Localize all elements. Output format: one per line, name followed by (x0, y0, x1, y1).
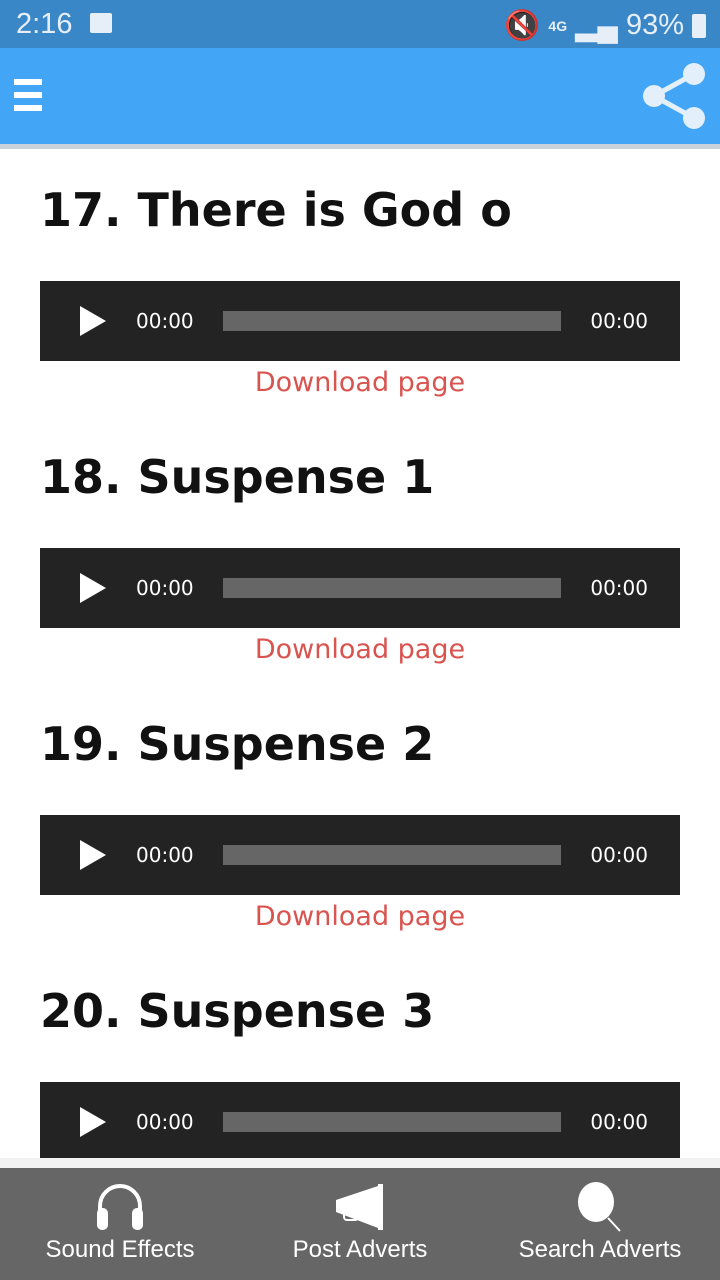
list-item: 17. There is God o 00:00 00:00 Download … (40, 178, 680, 445)
duration: 00:00 (590, 576, 648, 600)
mute-icon: 🔇 (504, 9, 541, 42)
play-icon[interactable] (80, 573, 106, 603)
audio-player: 00:00 00:00 (40, 548, 680, 628)
item-title: 18. Suspense 1 (40, 450, 435, 504)
battery-icon (692, 13, 706, 38)
duration: 00:00 (590, 843, 648, 867)
seek-bar[interactable] (223, 578, 561, 598)
nav-label: Post Adverts (292, 1236, 428, 1263)
list-item: 20. Suspense 3 00:00 00:00 Download page (40, 979, 680, 1158)
current-time: 00:00 (136, 843, 194, 867)
image-notification-icon (90, 13, 112, 33)
download-page-link[interactable]: Download page (40, 361, 680, 405)
list-item: 19. Suspense 2 00:00 00:00 Download page (40, 712, 680, 979)
app-bar (0, 48, 720, 149)
list-item: 18. Suspense 1 00:00 00:00 Download page (40, 445, 680, 712)
seek-bar[interactable] (223, 311, 561, 331)
duration: 00:00 (590, 1110, 648, 1134)
nav-search-adverts[interactable]: Search Adverts (480, 1182, 720, 1264)
current-time: 00:00 (136, 1110, 194, 1134)
headphones-icon (97, 1184, 143, 1230)
nav-label: Sound Effects (45, 1236, 195, 1263)
item-title: 20. Suspense 3 (40, 984, 435, 1038)
content-list[interactable]: 17. There is God o 00:00 00:00 Download … (0, 149, 720, 1158)
search-icon (578, 1182, 621, 1232)
download-page-link[interactable]: Download page (40, 628, 680, 672)
play-icon[interactable] (80, 1107, 106, 1137)
audio-player: 00:00 00:00 (40, 815, 680, 895)
play-icon[interactable] (80, 840, 106, 870)
hamburger-icon[interactable] (14, 79, 42, 113)
seek-bar[interactable] (223, 1112, 561, 1132)
item-title: 19. Suspense 2 (40, 717, 435, 771)
download-page-link[interactable]: Download page (40, 895, 680, 939)
nav-post-adverts[interactable]: Post Adverts (240, 1182, 480, 1264)
signal-icon: ▂▄ (575, 10, 618, 42)
bottom-nav: Sound Effects Post Adverts Search Advert… (0, 1158, 720, 1280)
status-time: 2:16 (16, 8, 73, 40)
item-title: 17. There is God o (40, 183, 512, 237)
status-bar: 2:16 🔇 4G ▂▄ 93% (0, 0, 720, 48)
battery-level: 93% (625, 9, 684, 41)
audio-player: 00:00 00:00 (40, 1082, 680, 1158)
duration: 00:00 (590, 309, 648, 333)
share-icon[interactable] (640, 62, 708, 130)
current-time: 00:00 (136, 576, 194, 600)
play-icon[interactable] (80, 306, 106, 336)
current-time: 00:00 (136, 309, 194, 333)
network-type: 4G (548, 17, 568, 34)
megaphone-icon (336, 1184, 383, 1230)
audio-player: 00:00 00:00 (40, 281, 680, 361)
nav-label: Search Adverts (518, 1236, 682, 1263)
seek-bar[interactable] (223, 845, 561, 865)
nav-sound-effects[interactable]: Sound Effects (0, 1182, 240, 1264)
